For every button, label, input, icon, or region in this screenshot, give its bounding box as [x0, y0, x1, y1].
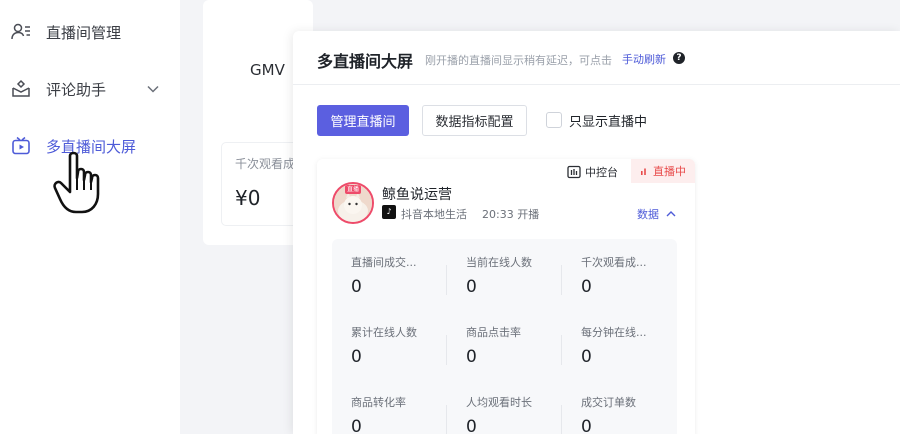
metric-config-button[interactable]: 数据指标配置 [422, 105, 527, 136]
metric-value: 0 [581, 347, 592, 367]
hand-pointer-cursor-icon [53, 151, 100, 214]
metric-value: 0 [466, 347, 477, 367]
users-list-icon [10, 21, 32, 43]
metric-value: 0 [351, 347, 362, 367]
chevron-up-icon [666, 211, 675, 217]
data-toggle[interactable]: 数据 [637, 206, 676, 222]
metric-label: 累计在线人数 [351, 326, 417, 339]
live-bars-icon [641, 168, 646, 175]
start-time: 20:33 开播 [482, 208, 540, 221]
metric-label: 成交订单数 [581, 396, 636, 409]
metric-label: 当前在线人数 [466, 256, 532, 269]
chevron-down-icon[interactable] [146, 82, 160, 96]
sidebar-item-label: 直播间管理 [46, 23, 122, 42]
metric-item: 千次观看成... 0 [562, 239, 677, 309]
metric-item: 成交订单数 0 [562, 379, 677, 434]
metric-item: 人均观看时长 0 [447, 379, 562, 434]
sidebar: 直播间管理 评论助手 多直播间大屏 [0, 0, 180, 434]
metric-item: 每分钟在线... 0 [562, 309, 677, 379]
live-status-badge: 直播中 [631, 159, 695, 183]
metric-label: 每分钟在线... [581, 326, 647, 339]
console-tag[interactable]: 中控台 [567, 164, 618, 180]
console-tag-label: 中控台 [585, 166, 618, 179]
data-toggle-label: 数据 [637, 208, 659, 221]
manual-refresh-link[interactable]: 手动刷新 [622, 51, 666, 67]
manage-rooms-button[interactable]: 管理直播间 [317, 105, 409, 136]
metric-value: 0 [581, 277, 592, 297]
metric-label: 商品转化率 [351, 396, 406, 409]
metric-value: 0 [581, 417, 592, 434]
avatar-live-badge: 直播 [345, 185, 361, 194]
douyin-icon: ♪ [382, 205, 396, 219]
comment-box-icon [10, 78, 32, 100]
sidebar-item-comment-assistant[interactable]: 评论助手 [0, 69, 180, 109]
sidebar-item-label: 评论助手 [46, 80, 107, 99]
metric-label: 直播间成交... [351, 256, 417, 269]
console-icon [567, 165, 581, 179]
live-status-label: 直播中 [653, 165, 686, 178]
room-card: 中控台 直播中 直播 鲸鱼说运营 ♪ 抖音本地生活 20:33 开播 数据 直播… [317, 159, 695, 434]
multi-room-screen-panel: 多直播间大屏 刚开播的直播间显示稍有延迟，可点击 手动刷新 ? 管理直播间 数据… [293, 31, 900, 434]
metric-card: 千次观看成 ¥0 [222, 143, 302, 225]
metric-label: 商品点击率 [466, 326, 521, 339]
panel-hint: 刚开播的直播间显示稍有延迟，可点击 [425, 54, 612, 67]
metric-item: 当前在线人数 0 [447, 239, 562, 309]
platform-name: 抖音本地生活 [401, 208, 467, 221]
panel-header: 多直播间大屏 刚开播的直播间显示稍有延迟，可点击 手动刷新 ? [293, 31, 900, 85]
metric-value: 0 [351, 417, 362, 434]
gmv-label: GMV [250, 61, 285, 79]
tv-play-icon [10, 135, 32, 157]
metric-value: 0 [466, 277, 477, 297]
metric-card-value: ¥0 [235, 186, 261, 210]
avatar[interactable]: 直播 [332, 182, 374, 224]
metric-item: 累计在线人数 0 [332, 309, 447, 379]
metric-value: 0 [351, 277, 362, 297]
metric-item: 商品点击率 0 [447, 309, 562, 379]
metric-label: 千次观看成... [581, 256, 647, 269]
metric-item: 直播间成交... 0 [332, 239, 447, 309]
metrics-grid: 直播间成交... 0 当前在线人数 0 千次观看成... 0 累计在线人数 0 … [332, 239, 677, 434]
metric-item: 商品转化率 0 [332, 379, 447, 434]
room-name: 鲸鱼说运营 [382, 187, 452, 203]
sidebar-item-live-room-management[interactable]: 直播间管理 [0, 12, 180, 52]
only-live-checkbox[interactable] [546, 112, 562, 128]
panel-title: 多直播间大屏 [317, 52, 414, 71]
only-live-label[interactable]: 只显示直播中 [569, 111, 647, 130]
metric-value: 0 [466, 417, 477, 434]
metric-card-label: 千次观看成 [235, 157, 296, 171]
help-icon[interactable]: ? [673, 52, 685, 64]
metric-label: 人均观看时长 [466, 396, 532, 409]
